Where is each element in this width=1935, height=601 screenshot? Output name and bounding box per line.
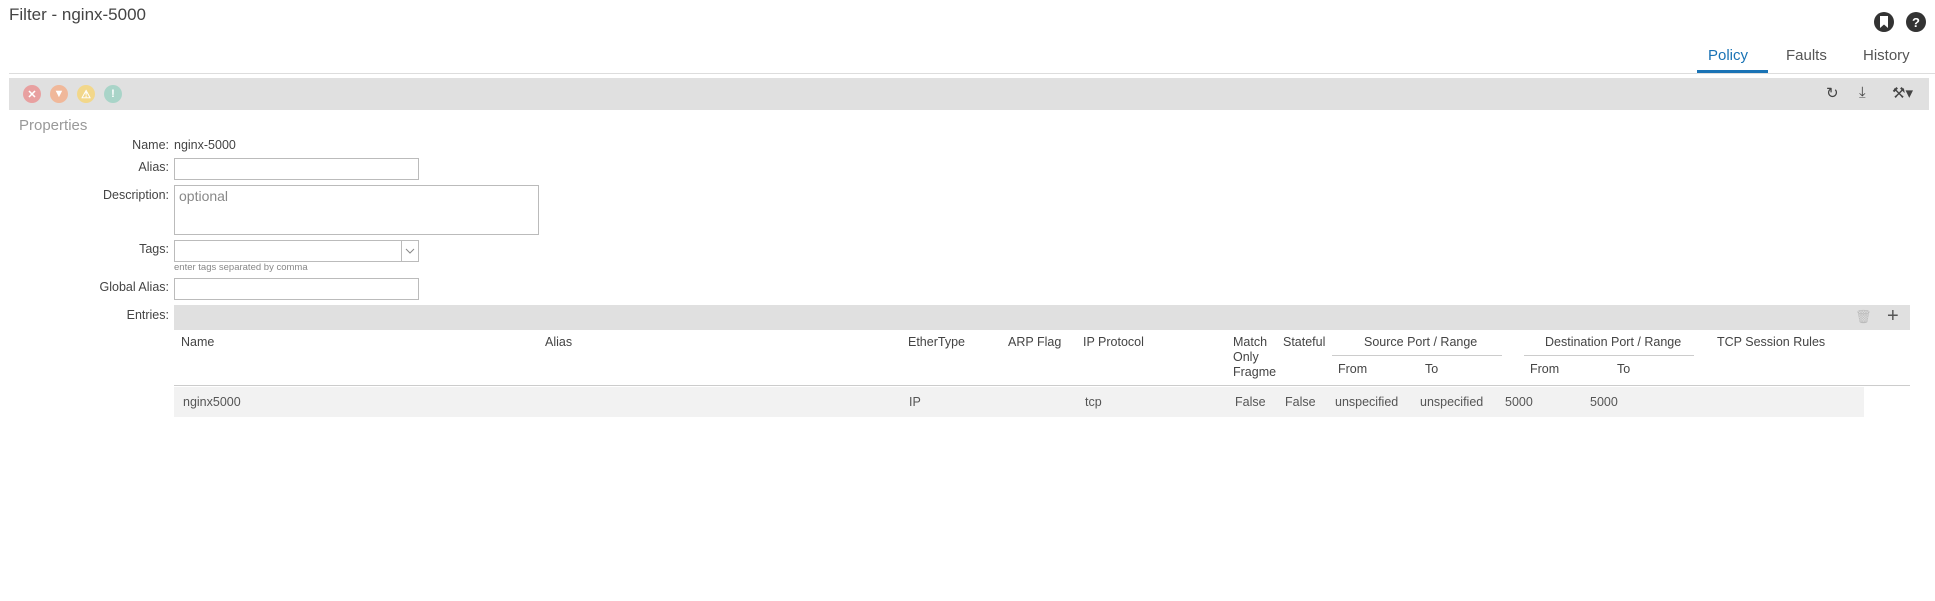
- col-header-name[interactable]: Name: [181, 335, 214, 349]
- section-title: Properties: [19, 117, 88, 134]
- entries-toolbar: 🗑 +: [174, 305, 1910, 330]
- minor-fault-icon[interactable]: ⚠: [77, 85, 95, 103]
- download-icon[interactable]: ⤓: [1859, 84, 1866, 101]
- warning-fault-icon[interactable]: !: [104, 85, 122, 103]
- header-divider: [9, 73, 1935, 74]
- description-textarea[interactable]: optional: [174, 185, 539, 235]
- refresh-icon[interactable]: ↻: [1826, 84, 1839, 102]
- cell-stateful: False: [1285, 395, 1316, 409]
- tags-hint: enter tags separated by comma: [174, 262, 308, 273]
- col-header-dest-from[interactable]: From: [1530, 362, 1559, 376]
- cell-ethertype: IP: [909, 395, 921, 409]
- help-icon[interactable]: ?: [1906, 12, 1926, 32]
- col-header-match-only[interactable]: Match: [1233, 335, 1267, 349]
- table-header-divider: [174, 385, 1910, 386]
- col-header-alias[interactable]: Alias: [545, 335, 572, 349]
- tab-policy[interactable]: Policy: [1708, 47, 1748, 64]
- description-label: Description:: [103, 188, 169, 202]
- col-header-source-from[interactable]: From: [1338, 362, 1367, 376]
- page-title: Filter - nginx-5000: [9, 5, 147, 24]
- tags-label: Tags:: [139, 242, 169, 256]
- cell-dest-from: 5000: [1505, 395, 1533, 409]
- col-header-match-only-2: Only: [1233, 350, 1259, 364]
- toolbar: ✕ ▼ ⚠ ! ↻ ⤓ ⚒▾: [9, 78, 1929, 110]
- cell-match-only: False: [1235, 395, 1266, 409]
- cell-source-to: unspecified: [1420, 395, 1484, 409]
- global-alias-input[interactable]: [174, 278, 419, 300]
- cell-ip-protocol: tcp: [1085, 395, 1102, 409]
- name-value: nginx-5000: [174, 138, 236, 152]
- bookmark-icon[interactable]: [1874, 12, 1894, 32]
- source-port-group-line: [1332, 355, 1502, 356]
- global-alias-label: Global Alias:: [99, 280, 169, 294]
- col-header-ethertype[interactable]: EtherType: [908, 335, 965, 349]
- entries-label: Entries:: [126, 308, 169, 322]
- delete-icon[interactable]: 🗑: [1855, 309, 1872, 325]
- dest-port-group-line: [1524, 355, 1694, 356]
- cell-dest-to: 5000: [1590, 395, 1618, 409]
- chevron-down-icon[interactable]: [401, 241, 418, 261]
- cell-source-from: unspecified: [1335, 395, 1399, 409]
- cell-name: nginx5000: [183, 395, 241, 409]
- major-fault-icon[interactable]: ▼: [50, 85, 68, 103]
- description-placeholder: optional: [179, 188, 229, 204]
- col-header-match-only-3: Fragme: [1233, 365, 1277, 379]
- col-header-arp-flag[interactable]: ARP Flag: [1008, 335, 1061, 349]
- col-header-tcp-rules[interactable]: TCP Session Rules: [1717, 335, 1825, 349]
- col-header-ip-protocol[interactable]: IP Protocol: [1083, 335, 1144, 349]
- tab-history[interactable]: History: [1863, 47, 1910, 64]
- tab-faults[interactable]: Faults: [1786, 47, 1827, 64]
- add-icon[interactable]: +: [1887, 305, 1899, 328]
- col-header-dest-port: Destination Port / Range: [1545, 335, 1682, 349]
- col-header-stateful[interactable]: Stateful: [1283, 335, 1325, 349]
- col-header-dest-to[interactable]: To: [1617, 362, 1630, 376]
- alias-input[interactable]: [174, 158, 419, 180]
- tags-input[interactable]: [174, 240, 419, 262]
- tools-dropdown-icon[interactable]: ⚒▾: [1892, 84, 1913, 102]
- name-label: Name:: [132, 138, 169, 152]
- alias-label: Alias:: [138, 160, 169, 174]
- col-header-source-port: Source Port / Range: [1364, 335, 1478, 349]
- critical-fault-icon[interactable]: ✕: [23, 85, 41, 103]
- col-header-source-to[interactable]: To: [1425, 362, 1438, 376]
